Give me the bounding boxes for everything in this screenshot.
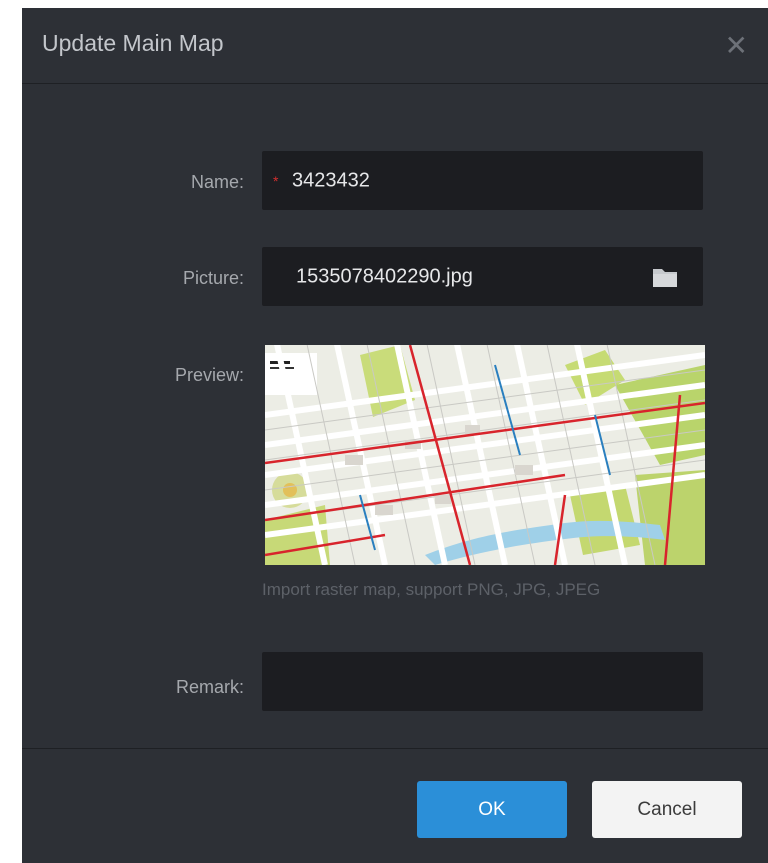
close-icon[interactable]: ✕ (725, 32, 748, 60)
name-field[interactable]: * 3423432 (262, 151, 703, 210)
preview-hint: Import raster map, support PNG, JPG, JPE… (262, 580, 601, 599)
name-value: 3423432 (292, 169, 370, 191)
map-preview-image (265, 345, 705, 565)
ok-button[interactable]: OK (417, 781, 567, 838)
remark-field[interactable] (262, 652, 703, 711)
picture-label: Picture: (182, 268, 244, 288)
name-label: Name: (190, 172, 244, 192)
update-main-map-dialog: Update Main Map ✕ Name: * 3423432 Pictur… (22, 8, 768, 863)
cancel-button[interactable]: Cancel (592, 781, 742, 838)
picture-value: 1535078402290.jpg (296, 265, 473, 287)
preview-label: Preview: (174, 365, 244, 385)
picture-field[interactable]: 1535078402290.jpg (262, 247, 703, 306)
dialog-title: Update Main Map (42, 30, 224, 56)
dialog-titlebar: Update Main Map ✕ (22, 8, 768, 84)
remark-label: Remark: (175, 677, 244, 697)
required-mark: * (273, 172, 279, 189)
folder-icon[interactable] (652, 266, 678, 288)
footer-divider (22, 748, 768, 749)
